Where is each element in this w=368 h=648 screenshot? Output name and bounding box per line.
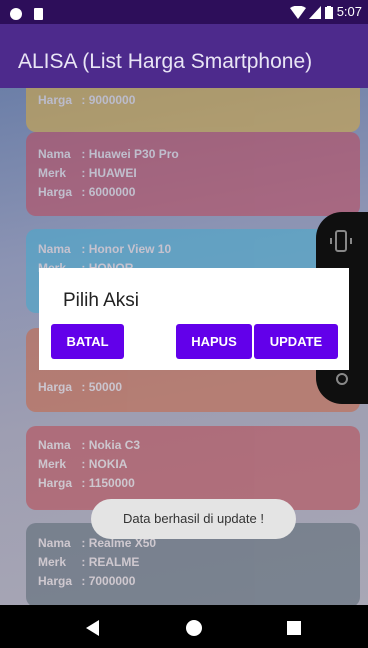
merk-label: Merk xyxy=(38,166,67,180)
screenshot-icon[interactable] xyxy=(335,372,349,386)
hapus-button[interactable]: HAPUS xyxy=(176,324,252,359)
batal-button[interactable]: BATAL xyxy=(51,324,124,359)
recents-icon[interactable] xyxy=(287,621,301,635)
list-item[interactable]: Nama : Huawei P30 Pro Merk : HUAWEI Harg… xyxy=(26,132,360,216)
harga-value: 1150000 xyxy=(88,476,135,490)
back-icon[interactable] xyxy=(86,620,100,636)
nama-label: Nama xyxy=(38,242,71,256)
harga-value: 9000000 xyxy=(88,93,136,107)
merk-label: Merk xyxy=(38,555,67,569)
signal-icon xyxy=(309,6,322,20)
harga-value: 50000 xyxy=(88,380,123,394)
update-button[interactable]: UPDATE xyxy=(254,324,338,359)
record-dot-icon xyxy=(10,7,22,20)
merk-value: HUAWEI xyxy=(88,166,137,180)
harga-label: Harga xyxy=(38,574,73,588)
navigation-bar xyxy=(0,605,368,648)
nama-value: Huawei P30 Pro xyxy=(88,147,179,161)
app-title: ALISA (List Harga Smartphone) xyxy=(18,50,313,73)
sd-card-icon xyxy=(33,7,43,20)
nama-label: Nama xyxy=(38,536,71,550)
nama-value: Honor View 10 xyxy=(88,242,172,256)
harga-label: Harga xyxy=(38,185,73,199)
dialog-title: Pilih Aksi xyxy=(63,290,140,311)
clock: 5:07 xyxy=(336,4,362,19)
toast-message: Data berhasil di update ! xyxy=(91,499,296,539)
harga-value: 7000000 xyxy=(88,574,136,588)
nama-value: Nokia C3 xyxy=(88,438,141,452)
status-bar: 5:07 xyxy=(0,0,368,24)
list-item[interactable]: Nama : Nokia C3 Merk : NOKIA Harga : 115… xyxy=(26,426,360,510)
harga-label: Harga xyxy=(38,93,73,107)
merk-value: REALME xyxy=(88,555,140,569)
harga-label: Harga xyxy=(38,476,73,490)
app-bar: ALISA (List Harga Smartphone) xyxy=(0,24,368,88)
nama-label: Nama xyxy=(38,438,71,452)
merk-value: NOKIA xyxy=(88,457,128,471)
harga-value: 6000000 xyxy=(88,185,136,199)
action-dialog: Pilih Aksi BATAL HAPUS UPDATE xyxy=(39,268,349,370)
list-item[interactable]: Harga : 9000000 xyxy=(26,88,360,132)
merk-label: Merk xyxy=(38,457,67,471)
battery-icon xyxy=(325,6,334,20)
wifi-icon xyxy=(289,5,306,20)
rotate-phone-icon[interactable] xyxy=(328,228,354,254)
nama-label: Nama xyxy=(38,147,71,161)
home-icon[interactable] xyxy=(186,620,202,636)
harga-label: Harga xyxy=(38,380,73,394)
